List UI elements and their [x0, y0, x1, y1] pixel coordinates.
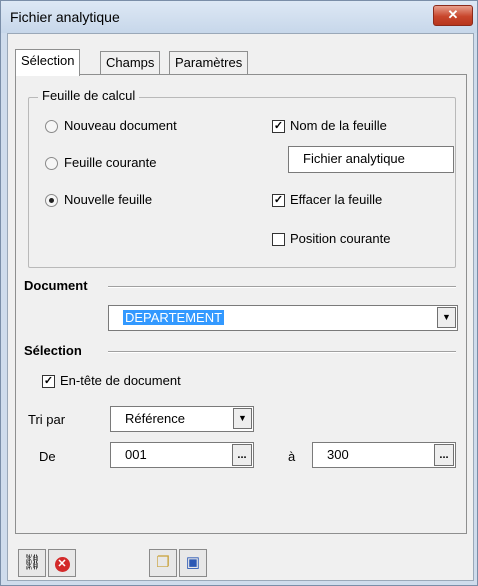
- document-select[interactable]: DEPARTEMENT ▼: [108, 305, 458, 331]
- tab-selection[interactable]: Sélection: [15, 49, 81, 76]
- checkbox-sheet-name[interactable]: ✓: [272, 120, 285, 133]
- chevron-down-icon[interactable]: ▼: [233, 408, 252, 429]
- checkbox-document-header-label[interactable]: En-tête de document: [60, 373, 181, 388]
- radio-new-sheet[interactable]: [45, 194, 58, 207]
- sort-label: Tri par: [28, 412, 66, 427]
- checkbox-sheet-name-label[interactable]: Nom de la feuille: [290, 118, 387, 133]
- radio-current-sheet-label[interactable]: Feuille courante: [64, 155, 157, 170]
- selection-divider: [108, 351, 456, 353]
- to-input[interactable]: 300 ...: [312, 442, 456, 468]
- window-title: Fichier analytique: [10, 9, 120, 25]
- chevron-down-icon[interactable]: ▼: [437, 307, 456, 328]
- from-value: 001: [125, 447, 147, 462]
- copy-icon: ❐: [156, 554, 170, 571]
- close-button[interactable]: ✕: [433, 5, 473, 26]
- save-button[interactable]: ▣: [179, 549, 207, 577]
- cancel-icon: ✕: [54, 557, 70, 572]
- checkbox-current-position-label[interactable]: Position courante: [290, 231, 390, 246]
- title-bar[interactable]: Fichier analytique ✕: [1, 1, 477, 33]
- radio-current-sheet[interactable]: [45, 157, 58, 170]
- link-icon: ⛓: [22, 554, 42, 571]
- document-heading: Document: [24, 278, 88, 293]
- sheet-name-value: Fichier analytique: [303, 151, 405, 166]
- to-label: à: [288, 449, 296, 464]
- browse-to-button[interactable]: ...: [434, 444, 454, 466]
- radio-new-sheet-label[interactable]: Nouvelle feuille: [64, 192, 152, 207]
- document-select-value: DEPARTEMENT: [123, 310, 225, 325]
- radio-new-document[interactable]: [45, 120, 58, 133]
- worksheet-group-legend: Feuille de calcul: [38, 88, 140, 103]
- sort-select[interactable]: Référence ▼: [110, 406, 254, 432]
- dialog-client-area: Sélection Champs Paramètres Feuille de c…: [7, 33, 474, 581]
- checkbox-current-position[interactable]: [272, 233, 285, 246]
- copy-button[interactable]: ❐: [149, 549, 177, 577]
- save-icon: ▣: [185, 554, 201, 571]
- document-divider: [108, 286, 456, 288]
- tab-panel: Feuille de calcul Nouveau document Feuil…: [15, 74, 467, 534]
- tab-champs[interactable]: Champs: [100, 51, 161, 74]
- checkbox-document-header[interactable]: ✓: [42, 375, 55, 388]
- from-input[interactable]: 001 ...: [110, 442, 254, 468]
- selection-heading: Sélection: [24, 343, 82, 358]
- to-value: 300: [327, 447, 349, 462]
- sort-select-value: Référence: [125, 411, 185, 426]
- tab-parametres[interactable]: Paramètres: [169, 51, 249, 74]
- checkbox-clear-sheet-label[interactable]: Effacer la feuille: [290, 192, 382, 207]
- sheet-name-input[interactable]: Fichier analytique: [288, 146, 454, 173]
- dialog-window: Fichier analytique ✕ Sélection Champs Pa…: [0, 0, 478, 586]
- browse-from-button[interactable]: ...: [232, 444, 252, 466]
- link-button[interactable]: ⛓: [18, 549, 46, 577]
- radio-new-document-label[interactable]: Nouveau document: [64, 118, 177, 133]
- from-label: De: [39, 449, 56, 464]
- cancel-button[interactable]: ✕: [48, 549, 76, 577]
- checkbox-clear-sheet[interactable]: ✓: [272, 194, 285, 207]
